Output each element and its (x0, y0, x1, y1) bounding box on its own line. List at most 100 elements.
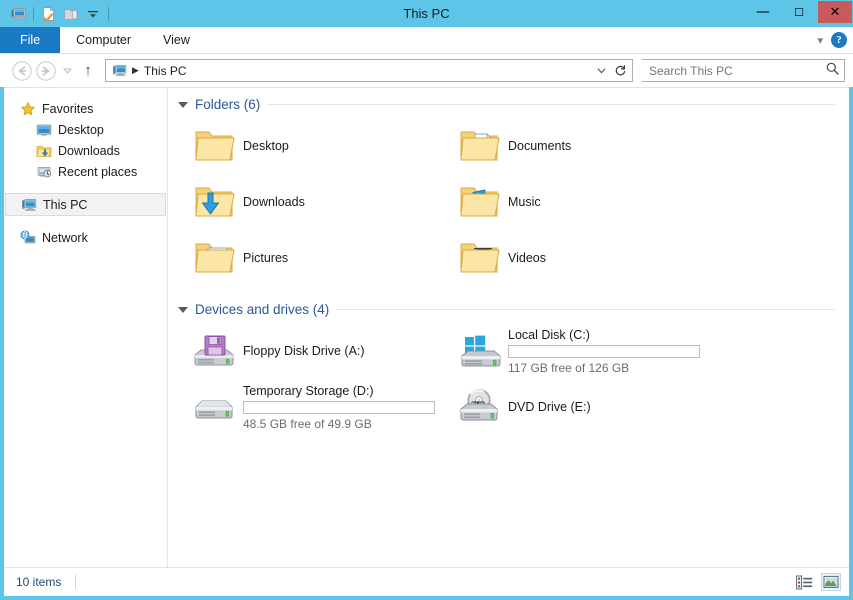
group-rule (336, 309, 835, 310)
devices-tile-grid[interactable]: Floppy Disk Drive (A:) Local Disk (C:) 1… (176, 323, 835, 435)
properties-icon[interactable] (38, 4, 60, 24)
sidebar-label-recent-places: Recent places (58, 164, 138, 179)
list-item[interactable]: Documents (441, 118, 706, 174)
view-toggle-group[interactable] (794, 573, 841, 591)
back-button[interactable] (10, 59, 34, 83)
search-box[interactable] (642, 59, 845, 82)
status-bar: 10 items (4, 567, 849, 596)
tab-file[interactable]: File (0, 27, 61, 53)
folders-tile-grid[interactable]: Desktop Documents Downloads Music Pictur… (176, 118, 835, 286)
address-bar[interactable]: ▶ This PC (105, 59, 633, 82)
list-item-label: Documents (508, 139, 572, 153)
navigation-pane[interactable]: Favorites Desktop Downloads Recent place… (4, 88, 168, 567)
list-item[interactable]: Desktop (176, 118, 441, 174)
tab-view[interactable]: View (147, 27, 206, 53)
list-item-label: Temporary Storage (D:) (243, 383, 374, 398)
group-rule (267, 104, 835, 105)
collapse-triangle-icon[interactable] (178, 306, 188, 313)
new-folder-icon[interactable] (60, 4, 82, 24)
large-icons-view-button[interactable] (821, 573, 841, 591)
downloads-folder-icon (36, 143, 52, 159)
list-item-label: DVD Drive (E:) (508, 400, 591, 414)
list-item[interactable]: DVD DVD Drive (E:) (441, 379, 706, 435)
network-icon (20, 230, 36, 246)
ribbon-right-controls[interactable]: ▾ ? (817, 27, 847, 53)
recent-locations-button[interactable] (58, 65, 76, 76)
list-item[interactable]: Floppy Disk Drive (A:) (176, 323, 441, 379)
tab-computer[interactable]: Computer (60, 27, 147, 53)
sidebar-label-favorites: Favorites (42, 101, 94, 116)
group-header-devices[interactable]: Devices and drives (4) (176, 302, 835, 317)
expand-ribbon-chevron-icon[interactable]: ▾ (817, 34, 823, 47)
sidebar-label-network: Network (42, 230, 88, 245)
list-item[interactable]: Music (441, 174, 706, 230)
list-item[interactable]: Local Disk (C:) 117 GB free of 126 GB (441, 323, 706, 379)
maximize-button[interactable]: ☐ (782, 1, 816, 23)
sidebar-item-recent-places[interactable]: Recent places (4, 161, 167, 182)
list-item[interactable]: Videos (441, 230, 706, 286)
collapse-triangle-icon[interactable] (178, 101, 188, 108)
drive-free-text: 117 GB free of 126 GB (508, 360, 630, 375)
list-item[interactable]: Downloads (176, 174, 441, 230)
refresh-button[interactable] (611, 60, 630, 81)
folder-videos-icon (457, 236, 501, 280)
address-history-dropdown[interactable] (592, 60, 611, 81)
breadcrumb-item-this-pc[interactable]: This PC (144, 64, 187, 78)
capacity-bar (508, 344, 700, 358)
floppy-drive-icon (192, 329, 236, 373)
sidebar-label-desktop: Desktop (58, 122, 104, 137)
item-count-label: 10 items (16, 575, 62, 589)
address-bar-row[interactable]: ↑ ▶ This PC (0, 54, 853, 87)
list-item[interactable]: Pictures (176, 230, 441, 286)
drive-info-c: Local Disk (C:) 117 GB free of 126 GB (508, 328, 700, 375)
close-button[interactable]: ✕ (818, 1, 852, 23)
folder-music-icon (457, 180, 501, 224)
sidebar-item-desktop[interactable]: Desktop (4, 119, 167, 140)
file-list-pane[interactable]: Folders (6) Desktop Documents Downloads … (168, 88, 849, 567)
sidebar-item-favorites[interactable]: Favorites (4, 98, 167, 119)
sidebar-item-downloads[interactable]: Downloads (4, 140, 167, 161)
folder-downloads-icon (192, 180, 236, 224)
list-item-label: Downloads (243, 195, 305, 209)
folder-pictures-icon (192, 236, 236, 280)
minimize-button[interactable]: — (746, 1, 780, 23)
breadcrumb[interactable]: ▶ This PC (111, 63, 592, 79)
search-icon[interactable] (825, 61, 840, 81)
up-button[interactable]: ↑ (76, 59, 100, 83)
explorer-window: This PC — ☐ ✕ File Computer View ▾ ? ↑ ▶… (0, 0, 853, 600)
customize-dropdown-icon[interactable] (82, 4, 104, 24)
sidebar-label-downloads: Downloads (58, 143, 120, 158)
qat-separator-1 (33, 6, 34, 21)
group-title-folders: Folders (6) (195, 97, 261, 112)
group-header-folders[interactable]: Folders (6) (176, 97, 835, 112)
help-icon[interactable]: ? (831, 32, 847, 48)
forward-button[interactable] (34, 59, 58, 83)
search-input[interactable] (649, 63, 825, 78)
quick-access-toolbar[interactable] (0, 3, 113, 25)
details-view-button[interactable] (794, 573, 814, 591)
sidebar-gap-1 (4, 182, 167, 193)
this-pc-icon[interactable] (7, 4, 29, 24)
sidebar-item-network[interactable]: Network (4, 227, 167, 248)
hard-drive-icon (192, 385, 236, 429)
list-item[interactable]: Temporary Storage (D:) 48.5 GB free of 4… (176, 379, 441, 435)
drive-info-d: Temporary Storage (D:) 48.5 GB free of 4… (243, 384, 435, 431)
breadcrumb-separator-icon[interactable]: ▶ (132, 65, 139, 76)
window-controls[interactable]: — ☐ ✕ (746, 1, 852, 23)
list-item-label: Local Disk (C:) (508, 327, 590, 342)
capacity-bar (243, 400, 435, 414)
sidebar-item-this-pc[interactable]: This PC (5, 193, 166, 216)
sidebar-label-this-pc: This PC (43, 197, 88, 212)
star-icon (20, 101, 36, 117)
qat-separator-2 (108, 6, 109, 21)
folder-desktop-icon (192, 124, 236, 168)
drive-free-text: 48.5 GB free of 49.9 GB (243, 416, 372, 431)
recent-places-icon (36, 164, 52, 180)
title-bar[interactable]: This PC — ☐ ✕ (0, 0, 853, 27)
breadcrumb-this-pc-icon (111, 63, 127, 79)
window-title: This PC (403, 6, 450, 21)
folder-documents-icon (457, 124, 501, 168)
list-item-label: Videos (508, 251, 546, 265)
windows-drive-icon (457, 329, 501, 373)
ribbon-tab-bar[interactable]: File Computer View ▾ ? (0, 27, 853, 54)
